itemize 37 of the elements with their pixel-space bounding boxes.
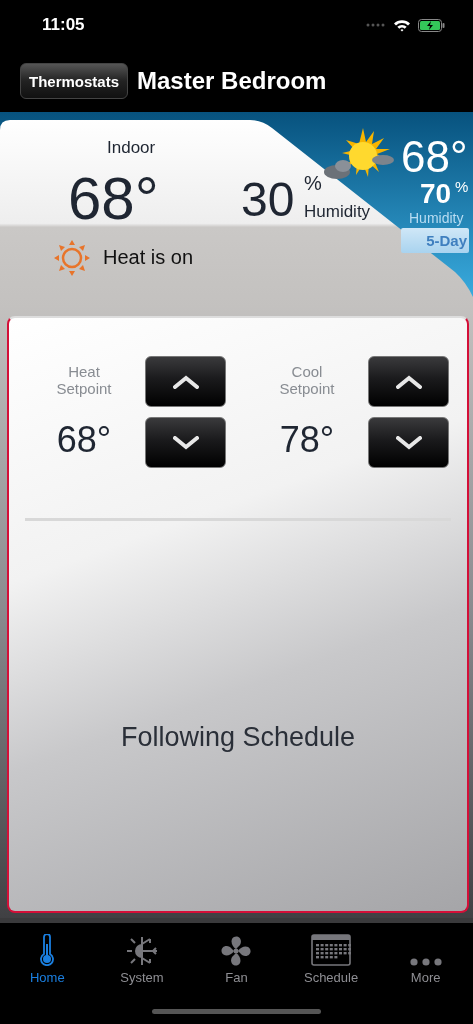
setpoint-label: Heat Setpoint (55, 363, 113, 399)
tab[interactable]: Schedule (283, 929, 379, 985)
percent-sign: % (304, 172, 322, 195)
clock-time: 11:05 (42, 15, 85, 35)
indoor-label: Indoor (107, 138, 156, 158)
decrease-button[interactable] (145, 417, 226, 468)
wifi-icon (393, 18, 411, 32)
tab[interactable]: More (378, 929, 473, 985)
fan-icon (221, 936, 252, 966)
indoor-humidity: 30 (241, 172, 295, 227)
setpoint-value: 68° (56, 419, 112, 461)
sun-icon (54, 240, 90, 276)
decrease-button[interactable] (368, 417, 449, 468)
increase-button[interactable] (145, 356, 226, 407)
tab[interactable]: Home (0, 929, 95, 985)
setpoint-label: Cool Setpoint (278, 363, 336, 399)
signal-icon (366, 23, 386, 27)
battery-icon (418, 18, 445, 32)
tab[interactable]: Fan (189, 929, 284, 985)
thermometer-icon (39, 934, 56, 966)
back-button[interactable]: Thermostats (20, 63, 129, 99)
heat-status: Heat is on (103, 246, 194, 269)
chevron-down-icon (172, 435, 199, 450)
increase-button[interactable] (368, 356, 449, 407)
chevron-up-icon (395, 374, 422, 389)
setpoint-value: 78° (279, 419, 335, 461)
humidity-label: Humidity (409, 210, 464, 226)
tab[interactable]: System (94, 929, 190, 985)
screen-title: Master Bedroom (137, 67, 327, 95)
sun-snowflake-icon (125, 936, 158, 966)
humidity-label: Humidity (304, 202, 371, 222)
mode-status: Following Schedule (119, 722, 357, 753)
indoor-temperature: 68° (68, 164, 159, 233)
more-icon (409, 958, 442, 966)
calendar-icon (311, 934, 352, 966)
chevron-up-icon (172, 374, 199, 389)
chevron-down-icon (395, 435, 422, 450)
